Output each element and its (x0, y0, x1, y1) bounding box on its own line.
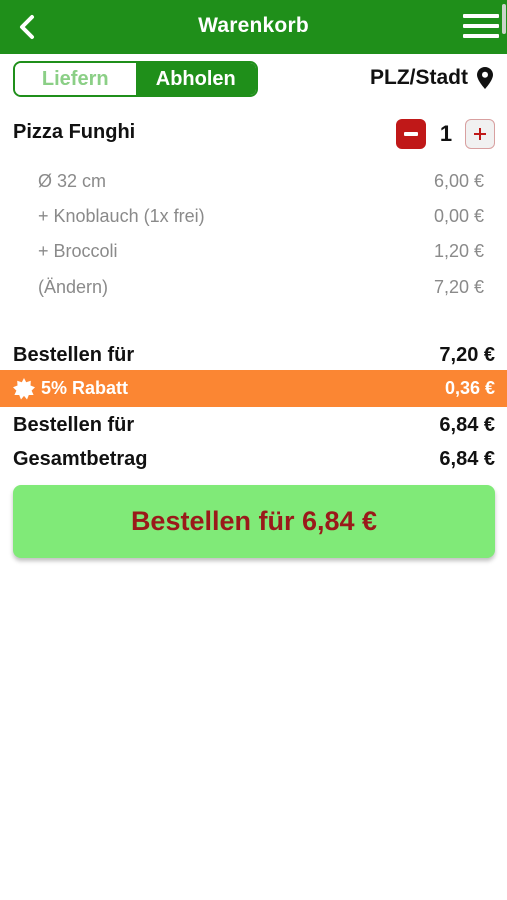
item-detail-row: + Broccoli 1,20 € (38, 241, 484, 262)
item-detail-row: (Ändern) 7,20 € (38, 277, 484, 298)
starburst-badge-icon (13, 377, 35, 399)
item-detail-row: Ø 32 cm 6,00 € (38, 171, 484, 192)
increase-quantity-button[interactable] (465, 119, 495, 149)
total-row: Gesamtbetrag 6,84 € (13, 448, 495, 471)
subtotal-row: Bestellen für 7,20 € (13, 344, 495, 367)
place-order-button[interactable]: Bestellen für 6,84 € (13, 485, 495, 558)
product-name: Pizza Funghi (13, 121, 136, 143)
discount-label: 5% Rabatt (41, 378, 129, 398)
total-label: Gesamtbetrag (13, 448, 148, 470)
subtotal-label: Bestellen für (13, 344, 135, 366)
map-pin-icon (477, 67, 493, 89)
detail-label: + Broccoli (38, 241, 118, 261)
detail-label: Ø 32 cm (38, 171, 107, 191)
detail-price: 0,00 € (433, 206, 484, 226)
page-title: Warenkorb (198, 14, 309, 37)
menu-button[interactable] (463, 14, 499, 40)
quantity-value: 1 (439, 121, 453, 146)
detail-label: + Knoblauch (1x frei) (38, 206, 205, 226)
discount-value: 0,36 € (444, 378, 495, 398)
location-selector[interactable]: PLZ/Stadt (370, 66, 493, 90)
hamburger-menu-icon (463, 14, 499, 18)
app-header: Warenkorb (0, 0, 507, 54)
subtotal-value: 7,20 € (439, 344, 495, 366)
item-total-price: 7,20 € (433, 277, 484, 297)
tab-abholen[interactable]: Abholen (135, 63, 256, 95)
discounted-subtotal-value: 6,84 € (439, 414, 495, 436)
tab-liefern[interactable]: Liefern (15, 63, 136, 95)
delivery-mode-toggle: Liefern Abholen (13, 61, 258, 97)
scrollbar[interactable] (502, 4, 506, 34)
detail-price: 6,00 € (433, 171, 484, 191)
detail-price: 1,20 € (433, 241, 484, 261)
discounted-subtotal-row: Bestellen für 6,84 € (13, 414, 495, 437)
item-detail-row: + Knoblauch (1x frei) 0,00 € (38, 206, 484, 227)
total-value: 6,84 € (439, 448, 495, 470)
decrease-quantity-button[interactable] (396, 119, 426, 149)
location-label: PLZ/Stadt (370, 66, 468, 89)
edit-item-link[interactable]: (Ändern) (38, 277, 108, 298)
discounted-subtotal-label: Bestellen für (13, 414, 135, 436)
discount-banner: 5% Rabatt 0,36 € (0, 370, 507, 407)
